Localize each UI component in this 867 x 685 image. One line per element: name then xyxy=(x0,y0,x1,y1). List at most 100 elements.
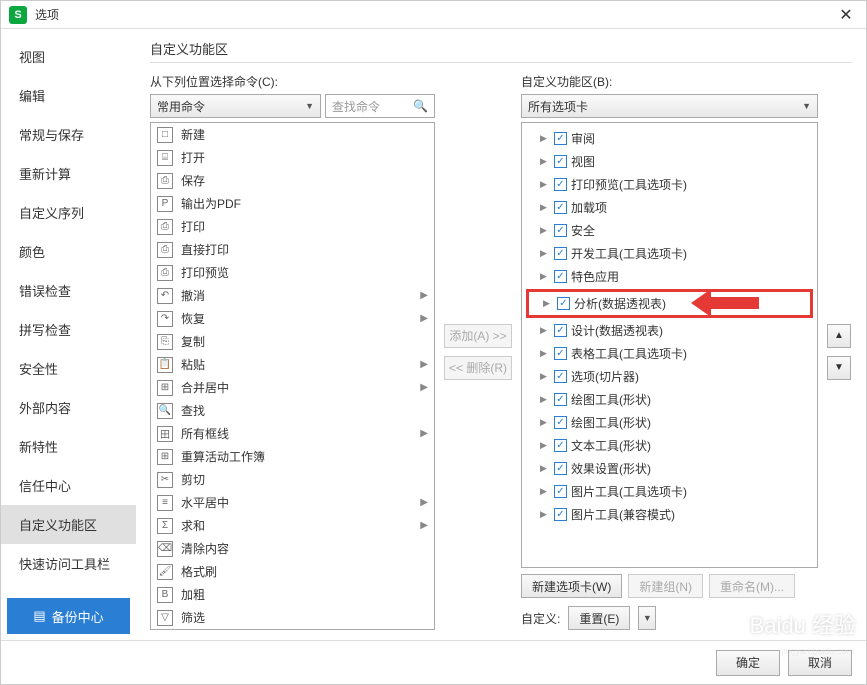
expand-toggle-icon[interactable]: ▶ xyxy=(540,486,550,497)
command-item[interactable]: 🔍查找 xyxy=(151,399,434,422)
command-item[interactable]: 🖌格式刷 xyxy=(151,560,434,583)
tree-item[interactable]: ▶✓视图 xyxy=(526,150,813,173)
expand-toggle-icon[interactable]: ▶ xyxy=(540,179,550,190)
checkbox[interactable]: ✓ xyxy=(554,416,567,429)
backup-center-button[interactable]: ▤ 备份中心 xyxy=(7,598,130,634)
tree-item[interactable]: ▶✓开发工具(工具选项卡) xyxy=(526,242,813,265)
expand-toggle-icon[interactable]: ▶ xyxy=(540,440,550,451)
command-item[interactable]: ↶撤消▶ xyxy=(151,284,434,307)
ok-button[interactable]: 确定 xyxy=(716,650,780,676)
command-item[interactable]: B加粗 xyxy=(151,583,434,606)
close-button[interactable]: ✕ xyxy=(834,3,858,27)
checkbox[interactable]: ✓ xyxy=(557,297,570,310)
checkbox[interactable]: ✓ xyxy=(554,201,567,214)
sidebar-item[interactable]: 错误检查 xyxy=(1,271,136,310)
checkbox[interactable]: ✓ xyxy=(554,132,567,145)
tree-item[interactable]: ▶✓分析(数据透视表) xyxy=(529,292,810,315)
tree-item[interactable]: ▶✓设计(数据透视表) xyxy=(526,319,813,342)
checkbox[interactable]: ✓ xyxy=(554,508,567,521)
command-item[interactable]: ⎙打印 xyxy=(151,215,434,238)
tree-item[interactable]: ▶✓绘图工具(形状) xyxy=(526,388,813,411)
command-item[interactable]: ⎙保存 xyxy=(151,169,434,192)
tree-item[interactable]: ▶✓选项(切片器) xyxy=(526,365,813,388)
cancel-button[interactable]: 取消 xyxy=(788,650,852,676)
checkbox[interactable]: ✓ xyxy=(554,324,567,337)
rename-button[interactable]: 重命名(M)... xyxy=(709,574,795,598)
sidebar-item[interactable]: 安全性 xyxy=(1,349,136,388)
reset-dropdown-toggle[interactable]: ▼ xyxy=(638,606,656,630)
checkbox[interactable]: ✓ xyxy=(554,370,567,383)
sidebar-item[interactable]: 编辑 xyxy=(1,76,136,115)
tab-scope-dropdown[interactable]: 所有选项卡 ▼ xyxy=(521,94,818,118)
move-up-button[interactable]: ▲ xyxy=(827,324,851,348)
remove-button[interactable]: << 删除(R) xyxy=(444,356,512,380)
new-group-button[interactable]: 新建组(N) xyxy=(628,574,703,598)
command-item[interactable]: ↷恢复▶ xyxy=(151,307,434,330)
expand-toggle-icon[interactable]: ▶ xyxy=(540,463,550,474)
move-down-button[interactable]: ▼ xyxy=(827,356,851,380)
reset-dropdown[interactable]: 重置(E) xyxy=(568,606,630,630)
sidebar-item[interactable]: 外部内容 xyxy=(1,388,136,427)
tree-item[interactable]: ▶✓审阅 xyxy=(526,127,813,150)
sidebar-item[interactable]: 信任中心 xyxy=(1,466,136,505)
sidebar-item[interactable]: 拼写检查 xyxy=(1,310,136,349)
command-item[interactable]: ⎘复制 xyxy=(151,330,434,353)
tree-item[interactable]: ▶✓文本工具(形状) xyxy=(526,434,813,457)
sidebar-item[interactable]: 新特性 xyxy=(1,427,136,466)
tree-item[interactable]: ▶✓加载项 xyxy=(526,196,813,219)
expand-toggle-icon[interactable]: ▶ xyxy=(540,509,550,520)
checkbox[interactable]: ✓ xyxy=(554,439,567,452)
expand-toggle-icon[interactable]: ▶ xyxy=(540,271,550,282)
tree-item[interactable]: ▶✓效果设置(形状) xyxy=(526,457,813,480)
tree-item[interactable]: ▶✓图片工具(兼容模式) xyxy=(526,503,813,526)
command-item[interactable]: 田所有框线▶ xyxy=(151,422,434,445)
command-list[interactable]: □新建⌸打开⎙保存P输出为PDF⎙打印⎙直接打印⎙打印预览↶撤消▶↷恢复▶⎘复制… xyxy=(150,122,435,630)
expand-toggle-icon[interactable]: ▶ xyxy=(543,298,553,309)
checkbox[interactable]: ✓ xyxy=(554,462,567,475)
tree-item[interactable]: ▶✓表格工具(工具选项卡) xyxy=(526,342,813,365)
command-item[interactable]: ≡水平居中▶ xyxy=(151,491,434,514)
checkbox[interactable]: ✓ xyxy=(554,485,567,498)
expand-toggle-icon[interactable]: ▶ xyxy=(540,417,550,428)
search-input[interactable]: 查找命令 🔍 xyxy=(325,94,435,118)
expand-toggle-icon[interactable]: ▶ xyxy=(540,325,550,336)
command-item[interactable]: ⌸打开 xyxy=(151,146,434,169)
checkbox[interactable]: ✓ xyxy=(554,270,567,283)
command-source-dropdown[interactable]: 常用命令 ▼ xyxy=(150,94,321,118)
command-item[interactable]: 📋粘贴▶ xyxy=(151,353,434,376)
new-tab-button[interactable]: 新建选项卡(W) xyxy=(521,574,622,598)
tree-item[interactable]: ▶✓安全 xyxy=(526,219,813,242)
sidebar-item[interactable]: 常规与保存 xyxy=(1,115,136,154)
checkbox[interactable]: ✓ xyxy=(554,155,567,168)
checkbox[interactable]: ✓ xyxy=(554,347,567,360)
command-item[interactable]: P输出为PDF xyxy=(151,192,434,215)
command-item[interactable]: ⎙直接打印 xyxy=(151,238,434,261)
expand-toggle-icon[interactable]: ▶ xyxy=(540,248,550,259)
expand-toggle-icon[interactable]: ▶ xyxy=(540,202,550,213)
tree-item[interactable]: ▶✓特色应用 xyxy=(526,265,813,288)
checkbox[interactable]: ✓ xyxy=(554,178,567,191)
sidebar-item[interactable]: 颜色 xyxy=(1,232,136,271)
checkbox[interactable]: ✓ xyxy=(554,224,567,237)
sidebar-item[interactable]: 视图 xyxy=(1,37,136,76)
tree-item[interactable]: ▶✓打印预览(工具选项卡) xyxy=(526,173,813,196)
command-item[interactable]: □新建 xyxy=(151,123,434,146)
command-item[interactable]: ⊞合并居中▶ xyxy=(151,376,434,399)
command-item[interactable]: ✂剪切 xyxy=(151,468,434,491)
sidebar-item[interactable]: 自定义功能区 xyxy=(1,505,136,544)
command-item[interactable]: ⊞重算活动工作簿 xyxy=(151,445,434,468)
expand-toggle-icon[interactable]: ▶ xyxy=(540,133,550,144)
command-item[interactable]: ⎙打印预览 xyxy=(151,261,434,284)
tree-item[interactable]: ▶✓图片工具(工具选项卡) xyxy=(526,480,813,503)
expand-toggle-icon[interactable]: ▶ xyxy=(540,156,550,167)
command-item[interactable]: Σ求和▶ xyxy=(151,514,434,537)
expand-toggle-icon[interactable]: ▶ xyxy=(540,371,550,382)
sidebar-item[interactable]: 自定义序列 xyxy=(1,193,136,232)
expand-toggle-icon[interactable]: ▶ xyxy=(540,394,550,405)
checkbox[interactable]: ✓ xyxy=(554,247,567,260)
sidebar-item[interactable]: 快速访问工具栏 xyxy=(1,544,136,583)
expand-toggle-icon[interactable]: ▶ xyxy=(540,348,550,359)
expand-toggle-icon[interactable]: ▶ xyxy=(540,225,550,236)
tree-item[interactable]: ▶✓绘图工具(形状) xyxy=(526,411,813,434)
ribbon-tree[interactable]: ▶✓审阅▶✓视图▶✓打印预览(工具选项卡)▶✓加载项▶✓安全▶✓开发工具(工具选… xyxy=(521,122,818,568)
